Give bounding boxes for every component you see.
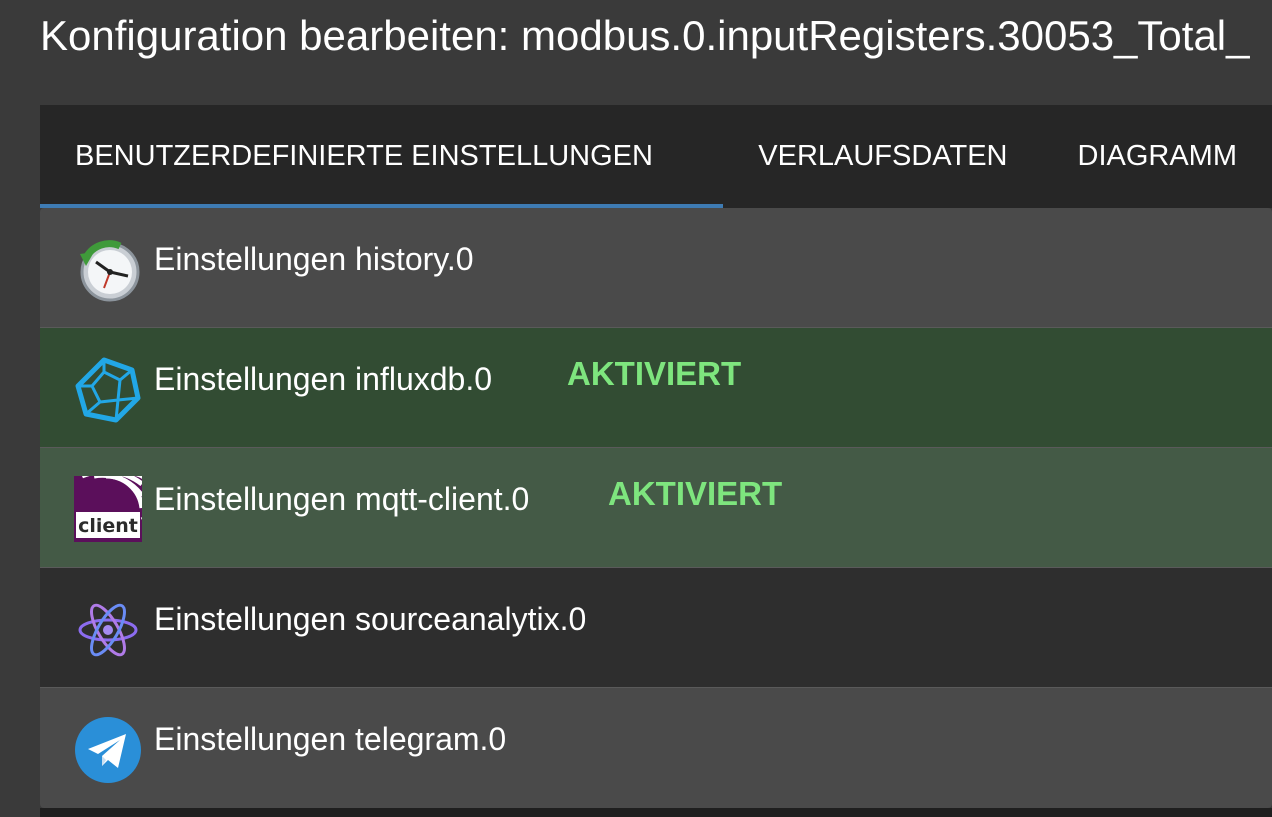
page: Konfiguration bearbeiten: modbus.0.input…: [0, 0, 1272, 817]
instance-label: Einstellungen telegram.0: [154, 721, 507, 757]
tab-history-data[interactable]: VERLAUFSDATEN: [723, 105, 1042, 208]
mqtt-client-icon: client: [74, 476, 142, 544]
tab-custom-settings[interactable]: BENUTZERDEFINIERTE EINSTELLUNGEN: [40, 105, 724, 208]
dialog-bottom-edge: [40, 808, 1272, 817]
instance-label: Einstellungen mqtt-client.0: [154, 481, 530, 517]
enabled-badge: AKTIVIERT: [567, 355, 742, 392]
sourceanalytix-atom-icon: [74, 596, 142, 664]
instance-label: Einstellungen history.0: [154, 241, 474, 277]
instance-settings-list: Einstellungen history.0 Einstellungen in…: [40, 208, 1272, 808]
enabled-badge: AKTIVIERT: [608, 475, 783, 512]
telegram-icon: [74, 716, 142, 784]
svg-text:client: client: [78, 515, 138, 537]
history-clock-icon: [74, 236, 142, 304]
instance-label: Einstellungen sourceanalytix.0: [154, 601, 587, 637]
instance-label: Einstellungen influxdb.0: [154, 361, 493, 397]
instance-row-sourceanalytix[interactable]: Einstellungen sourceanalytix.0: [40, 568, 1272, 688]
instance-row-history[interactable]: Einstellungen history.0: [40, 208, 1272, 328]
tab-bar: BENUTZERDEFINIERTE EINSTELLUNGEN VERLAUF…: [40, 105, 1272, 208]
instance-row-mqtt-client[interactable]: client Einstellungen mqtt-client.0 AKTIV…: [40, 448, 1272, 568]
instance-row-influxdb[interactable]: Einstellungen influxdb.0 AKTIVIERT: [40, 328, 1272, 448]
tab-chart[interactable]: DIAGRAMM: [1043, 105, 1272, 208]
page-title: Konfiguration bearbeiten: modbus.0.input…: [40, 12, 1250, 59]
instance-row-telegram[interactable]: Einstellungen telegram.0: [40, 688, 1272, 808]
influxdb-icon: [74, 356, 142, 424]
